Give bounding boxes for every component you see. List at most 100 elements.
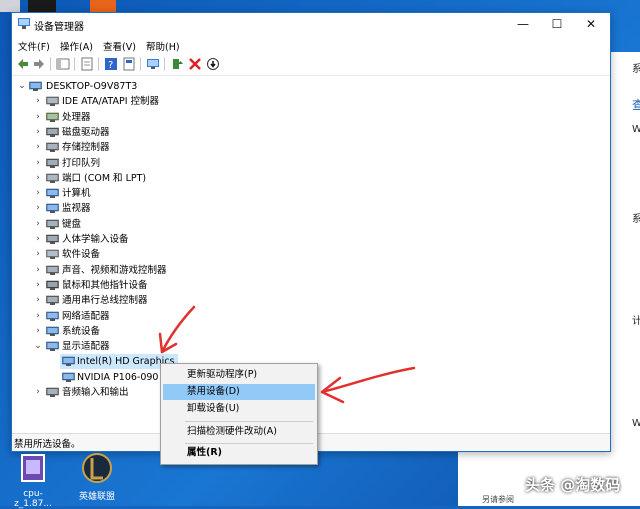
software-device-icon: [46, 250, 59, 260]
disable-device-icon[interactable]: [206, 57, 220, 71]
expand-chevron-icon[interactable]: ›: [34, 94, 42, 109]
collapse-chevron-icon[interactable]: ⌄: [18, 79, 26, 94]
desktop-icon-cpuz[interactable]: cpu-z_1.87...: [6, 452, 60, 509]
tree-category[interactable]: › 人体学输入设备: [12, 232, 610, 247]
expand-chevron-icon[interactable]: ›: [34, 263, 42, 278]
tree-root-label: DESKTOP-O9V87T3: [46, 81, 138, 92]
tree-category-label: 人体学输入设备: [62, 234, 129, 245]
tree-category[interactable]: › 鼠标和其他指针设备: [12, 278, 610, 293]
properties-sheet-icon[interactable]: [80, 57, 94, 71]
ide-controller-icon: [46, 97, 59, 107]
tree-category[interactable]: ⌄ 显示适配器: [12, 339, 610, 354]
tree-category-label: 网络适配器: [62, 310, 110, 322]
menu-properties[interactable]: 属性(R): [163, 445, 315, 461]
menu-file[interactable]: 文件(F): [18, 39, 50, 53]
maximize-button[interactable]: ☐: [540, 13, 574, 35]
expand-chevron-icon[interactable]: ›: [34, 385, 42, 400]
expand-chevron-icon[interactable]: ›: [34, 140, 42, 155]
update-driver-icon[interactable]: [170, 57, 184, 71]
app-tile-icon: [28, 0, 56, 12]
tree-category-label: 处理器: [62, 111, 91, 123]
bg-text: W: [632, 124, 640, 135]
computer-icon: [46, 188, 59, 199]
tree-category-label: 磁盘驱动器: [62, 126, 110, 138]
app-tile-icon: [0, 0, 20, 12]
expand-chevron-icon[interactable]: ›: [34, 293, 42, 308]
expand-chevron-icon[interactable]: ›: [34, 309, 42, 324]
expand-chevron-icon[interactable]: ›: [34, 110, 42, 125]
tree-category[interactable]: › 软件设备: [12, 247, 610, 262]
expand-chevron-icon[interactable]: ›: [34, 156, 42, 171]
expand-chevron-icon[interactable]: ›: [34, 201, 42, 216]
expand-chevron-icon[interactable]: ›: [34, 186, 42, 201]
minimize-button[interactable]: —: [506, 13, 540, 35]
menu-scan-hardware[interactable]: 扫描检测硬件改动(A): [163, 424, 315, 440]
menu-disable-device[interactable]: 禁用设备(D): [163, 384, 315, 400]
title-bar[interactable]: 设备管理器 — ☐ ✕: [12, 13, 610, 35]
sound-icon: [46, 265, 59, 275]
uninstall-x-icon[interactable]: [188, 57, 202, 71]
tree-category-label: 存储控制器: [62, 142, 110, 154]
bg-text: 计: [632, 316, 640, 327]
tree-category[interactable]: › 键盘: [12, 217, 610, 232]
tree-root[interactable]: ⌄ DESKTOP-O9V87T3: [12, 79, 610, 94]
league-icon: [82, 453, 112, 483]
tree-category[interactable]: › 通用串行总线控制器: [12, 293, 610, 308]
menu-separator: [185, 421, 313, 422]
menu-update-driver[interactable]: 更新驱动程序(P): [163, 367, 315, 383]
menu-help[interactable]: 帮助(H): [146, 39, 180, 53]
keyboard-icon: [46, 219, 59, 229]
back-arrow-icon[interactable]: [16, 57, 30, 71]
tree-category[interactable]: › 计算机: [12, 186, 610, 201]
menu-action[interactable]: 操作(A): [60, 39, 93, 53]
desktop-icon-league[interactable]: 英雄联盟: [70, 452, 124, 502]
tree-category[interactable]: › 网络适配器: [12, 309, 610, 324]
tree-category-label: 声音、视频和游戏控制器: [62, 264, 167, 276]
expand-chevron-icon[interactable]: ›: [34, 171, 42, 186]
cpu-z-icon: [21, 454, 45, 482]
context-menu: 更新驱动程序(P) 禁用设备(D) 卸载设备(U) 扫描检测硬件改动(A) 属性…: [160, 363, 318, 465]
forward-arrow-icon[interactable]: [32, 57, 46, 71]
tree-category-label: 音频输入和输出: [62, 387, 129, 398]
tree-device-label: NVIDIA P106-090: [77, 371, 159, 383]
expand-chevron-icon[interactable]: ›: [34, 324, 42, 339]
help-icon[interactable]: ?: [104, 57, 118, 71]
expand-chevron-icon[interactable]: ›: [34, 278, 42, 293]
collapse-chevron-icon[interactable]: ⌄: [34, 339, 42, 354]
tree-category-label: 计算机: [62, 188, 91, 200]
scan-hardware-icon[interactable]: [146, 57, 160, 71]
tree-category[interactable]: › 打印队列: [12, 156, 610, 171]
expand-chevron-icon[interactable]: ›: [34, 125, 42, 140]
tree-category[interactable]: › 存储控制器: [12, 140, 610, 155]
port-icon: [46, 173, 59, 183]
tree-category-label: 鼠标和其他指针设备: [62, 279, 148, 291]
tree-category[interactable]: › 声音、视频和游戏控制器: [12, 263, 610, 278]
tree-category[interactable]: › 系统设备: [12, 324, 610, 339]
mouse-icon: [46, 280, 59, 290]
tree-category[interactable]: › 端口 (COM 和 LPT): [12, 171, 610, 186]
see-also-text: 另请参阅: [482, 495, 514, 504]
show-hide-tree-icon[interactable]: [56, 57, 70, 71]
menu-uninstall-device[interactable]: 卸载设备(U): [163, 401, 315, 417]
audio-io-icon: [46, 387, 59, 397]
bg-text: W: [632, 418, 640, 429]
watermark-text: 头条 @淘数码: [525, 476, 621, 494]
menu-item-label: 属性(R): [187, 447, 222, 458]
tree-category[interactable]: › 磁盘驱动器: [12, 125, 610, 140]
close-button[interactable]: ✕: [574, 13, 608, 35]
device-list-icon[interactable]: [122, 57, 136, 71]
menu-view[interactable]: 查看(V): [103, 39, 136, 53]
expand-chevron-icon[interactable]: ›: [34, 232, 42, 247]
expand-chevron-icon[interactable]: ›: [34, 217, 42, 232]
expand-chevron-icon[interactable]: ›: [34, 247, 42, 262]
tree-category[interactable]: › IDE ATA/ATAPI 控制器: [12, 94, 610, 109]
tree-category-label: 系统设备: [62, 325, 101, 337]
display-adapter-icon: [62, 357, 75, 367]
window-title: 设备管理器: [34, 22, 84, 33]
svg-text:?: ?: [108, 60, 113, 71]
tree-category[interactable]: › 处理器: [12, 110, 610, 125]
tree-category[interactable]: › 监视器: [12, 201, 610, 216]
bg-text: 系: [632, 64, 640, 75]
usb-icon: [46, 295, 59, 306]
tree-category-label: IDE ATA/ATAPI 控制器: [62, 96, 160, 108]
